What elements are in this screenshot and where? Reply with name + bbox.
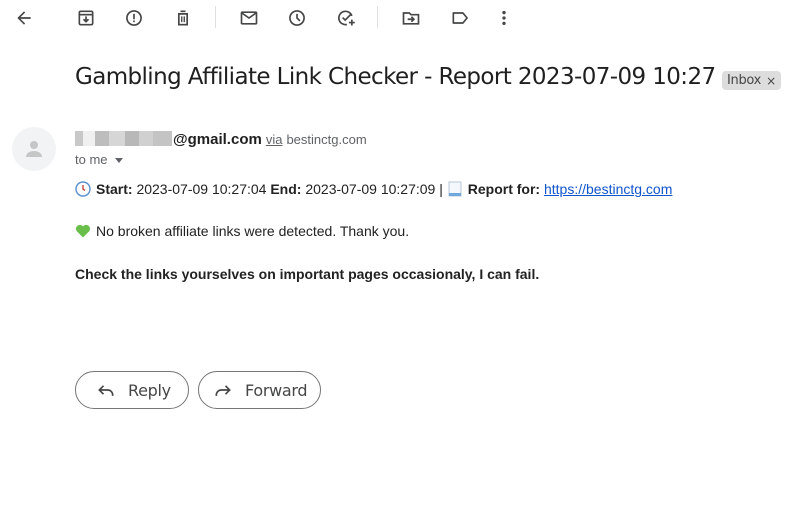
recipient-details-toggle[interactable]: to me xyxy=(75,152,123,167)
start-label: Start: xyxy=(96,181,133,197)
clock-icon xyxy=(289,10,305,26)
label-icon xyxy=(452,12,468,24)
warning-line: Check the links yourselves on important … xyxy=(75,266,539,282)
archive-icon xyxy=(78,10,94,26)
sender-line: @gmail.com via bestinctg.com xyxy=(75,129,367,148)
recipient-text: to me xyxy=(75,152,108,167)
status-line: No broken affiliate links were detected.… xyxy=(75,223,409,239)
labels-button[interactable] xyxy=(448,6,472,30)
report-spam-icon xyxy=(126,10,142,26)
forward-label: Forward xyxy=(245,380,308,400)
via-domain: bestinctg.com xyxy=(286,132,367,147)
label-text: Inbox xyxy=(727,73,762,88)
archive-button[interactable] xyxy=(74,6,98,30)
sender-address[interactable]: @gmail.com xyxy=(173,131,262,148)
caret-down-icon xyxy=(114,157,123,163)
mark-unread-button[interactable] xyxy=(237,6,261,30)
delete-button[interactable] xyxy=(171,6,195,30)
report-times-line: Start: 2023-07-09 10:27:04 End: 2023-07-… xyxy=(75,181,672,197)
forward-button[interactable]: Forward xyxy=(198,371,321,409)
reply-label: Reply xyxy=(128,380,171,400)
page-emoji-icon xyxy=(448,181,462,197)
separator: | xyxy=(439,181,443,197)
move-folder-icon xyxy=(402,12,420,25)
trash-icon xyxy=(178,10,188,26)
start-value: 2023-07-09 10:27:04 xyxy=(136,181,267,197)
redacted-sender-name xyxy=(75,131,172,146)
report-label: Report for: xyxy=(467,181,541,197)
status-message: No broken affiliate links were detected.… xyxy=(96,223,410,239)
snooze-button[interactable] xyxy=(285,6,309,30)
end-value: 2023-07-09 10:27:09 xyxy=(305,181,436,197)
back-button[interactable] xyxy=(12,6,36,30)
reply-icon xyxy=(98,385,114,396)
inbox-label-chip[interactable]: Inbox × xyxy=(722,71,781,90)
report-link[interactable]: https://bestinctg.com xyxy=(544,181,672,197)
remove-label-button[interactable]: × xyxy=(766,74,776,88)
toolbar xyxy=(0,0,802,36)
warning-message: Check the links yourselves on important … xyxy=(75,266,540,282)
report-spam-button[interactable] xyxy=(122,6,146,30)
add-to-tasks-button[interactable] xyxy=(334,6,358,30)
more-options-button[interactable] xyxy=(492,6,516,30)
via-link[interactable]: via xyxy=(266,132,283,147)
forward-icon xyxy=(215,385,231,396)
add-task-icon xyxy=(338,10,355,26)
move-to-button[interactable] xyxy=(399,6,423,30)
reply-button[interactable]: Reply xyxy=(75,371,189,409)
toolbar-divider xyxy=(377,6,378,28)
mail-icon xyxy=(240,11,258,25)
more-vert-icon xyxy=(502,10,506,26)
green-heart-icon xyxy=(75,224,91,238)
arrow-left-icon xyxy=(17,11,31,25)
person-icon xyxy=(26,141,42,157)
sender-avatar[interactable] xyxy=(12,127,56,171)
email-subject: Gambling Affiliate Link Checker - Report… xyxy=(75,64,716,90)
clock-emoji-icon xyxy=(75,181,91,197)
toolbar-divider xyxy=(215,6,216,28)
end-label: End: xyxy=(270,181,302,197)
